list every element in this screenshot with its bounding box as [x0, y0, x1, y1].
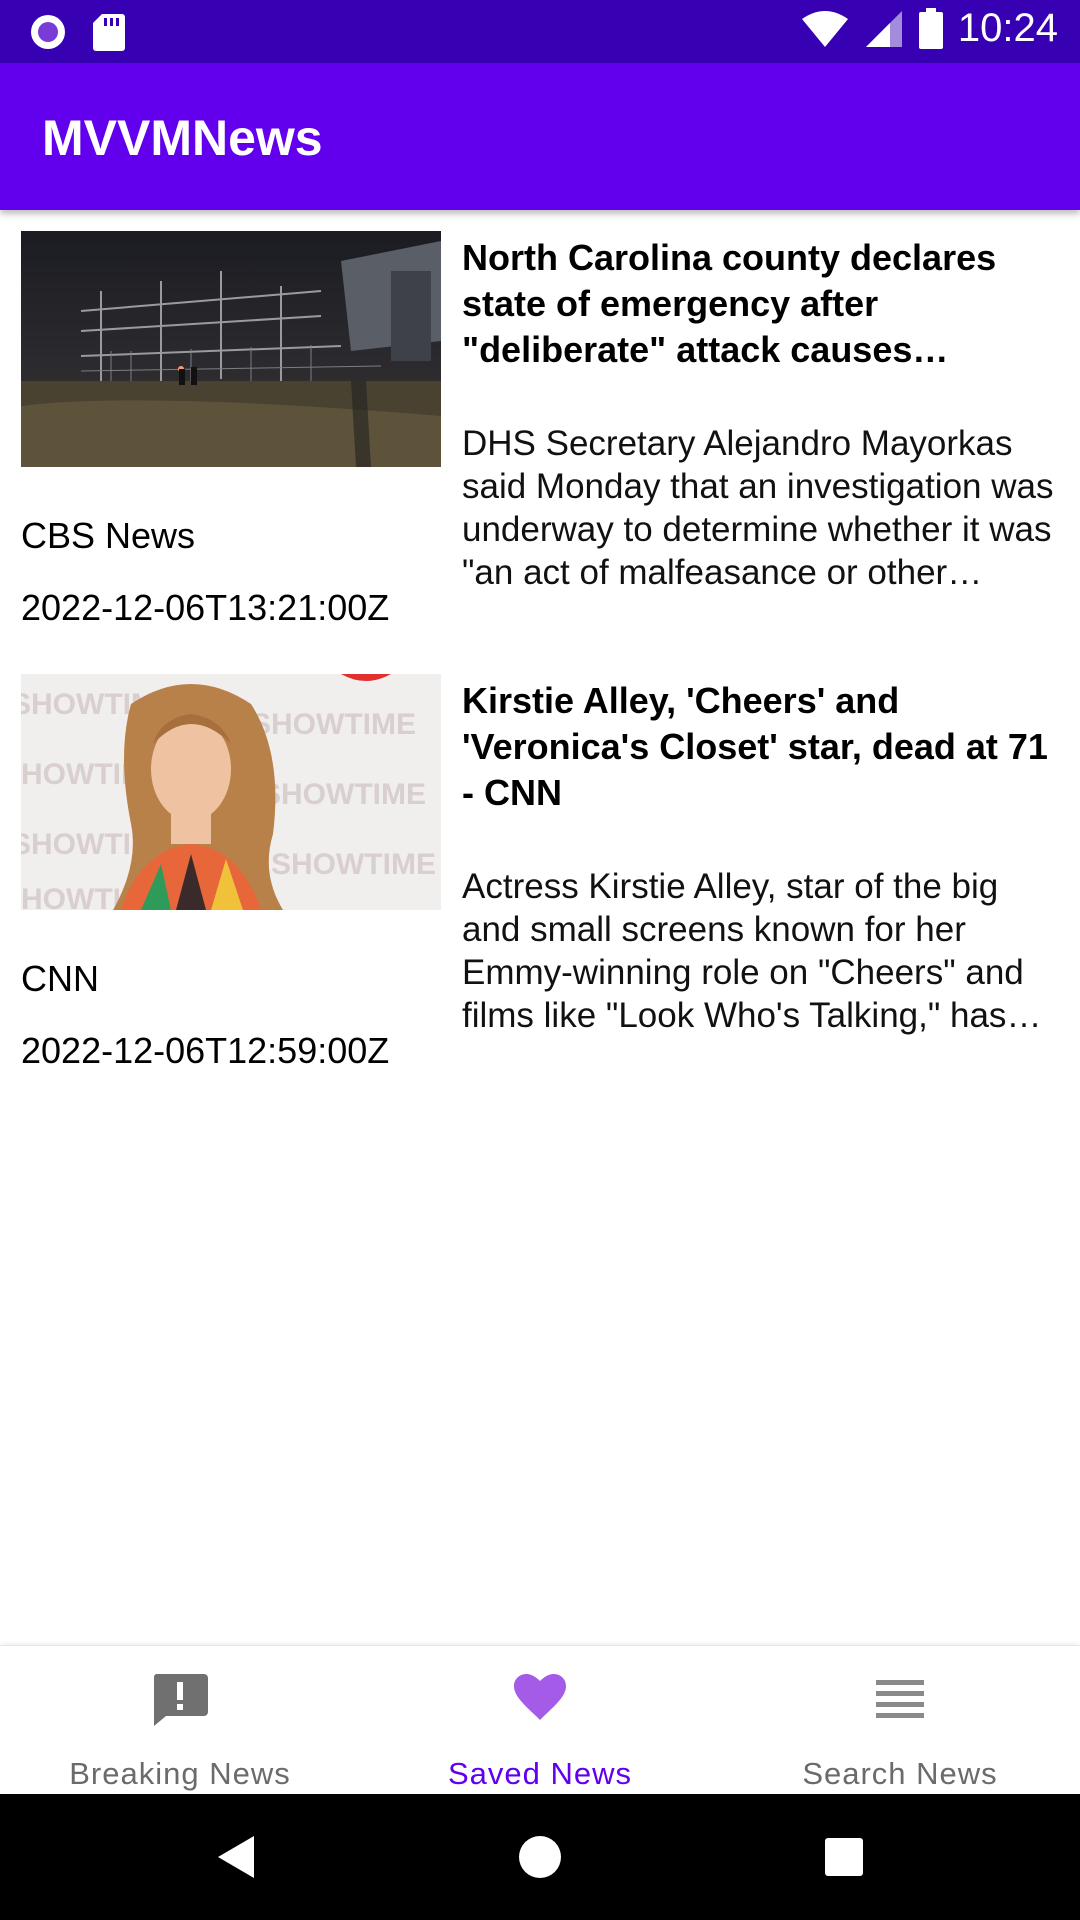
article-source: CBS News	[21, 515, 196, 556]
wifi-icon	[801, 10, 848, 47]
article-item[interactable]: SHOWTIME SHOWTIME SHOWTIME SHOWTIME SHOW…	[0, 653, 1080, 1096]
nav-search-news[interactable]: Search News	[720, 1646, 1080, 1795]
article-item[interactable]: North Carolina county declares state of …	[0, 210, 1080, 653]
svg-text:SHOWTIME: SHOWTIME	[271, 848, 436, 881]
article-source: CNN	[21, 958, 99, 999]
cell-signal-icon	[865, 10, 902, 47]
kirstie-alley-photo: SHOWTIME SHOWTIME SHOWTIME SHOWTIME SHOW…	[21, 674, 441, 910]
article-description: DHS Secretary Alejandro Mayorkas said Mo…	[462, 424, 1054, 592]
nav-label: Breaking News	[69, 1756, 291, 1791]
status-right-icons: 10:24	[800, 6, 1058, 51]
sd-card-icon	[93, 14, 125, 51]
status-bar: 10:24	[0, 0, 1080, 63]
nav-label: Saved News	[447, 1756, 633, 1791]
nav-breaking-news[interactable]: Breaking News	[0, 1646, 360, 1795]
bottom-navigation: Breaking News Saved News Search News	[0, 1645, 1080, 1795]
feedback-exclamation-icon	[153, 1674, 208, 1726]
home-icon[interactable]	[518, 1834, 562, 1880]
status-time: 10:24	[957, 6, 1058, 50]
nav-label: Search News	[802, 1756, 998, 1791]
article-date: 2022-12-06T13:21:00Z	[21, 587, 390, 628]
app-title: MVVMNews	[42, 110, 323, 166]
system-navigation-bar	[0, 1794, 1080, 1920]
saved-articles-list[interactable]: North Carolina county declares state of …	[0, 210, 1080, 1096]
article-description: Actress Kirstie Alley, star of the big a…	[462, 867, 1024, 1035]
back-icon[interactable]	[214, 1834, 258, 1880]
svg-text:SHOWTIME: SHOWTIME	[261, 778, 426, 811]
article-image	[21, 231, 441, 467]
article-image: SHOWTIME SHOWTIME SHOWTIME SHOWTIME SHOW…	[21, 674, 441, 910]
screen: 10:24 MVVMNews North Carolina county dec…	[0, 0, 1080, 1920]
article-title: Kirstie Alley, 'Cheers' and 'Veronica's …	[462, 680, 1048, 813]
recents-icon[interactable]	[822, 1834, 866, 1880]
battery-icon	[918, 7, 943, 49]
nav-saved-news[interactable]: Saved News	[360, 1646, 720, 1795]
list-lines-icon	[876, 1680, 924, 1718]
article-title: North Carolina county declares state of …	[462, 237, 997, 370]
app-bar: MVVMNews	[0, 63, 1080, 210]
svg-text:SHOWTIME: SHOWTIME	[251, 708, 416, 741]
circle-notification-icon	[31, 15, 65, 49]
power-substation-photo	[21, 231, 441, 467]
article-date: 2022-12-06T12:59:00Z	[21, 1030, 390, 1071]
status-left-icons	[28, 12, 126, 52]
heart-icon	[514, 1674, 566, 1720]
